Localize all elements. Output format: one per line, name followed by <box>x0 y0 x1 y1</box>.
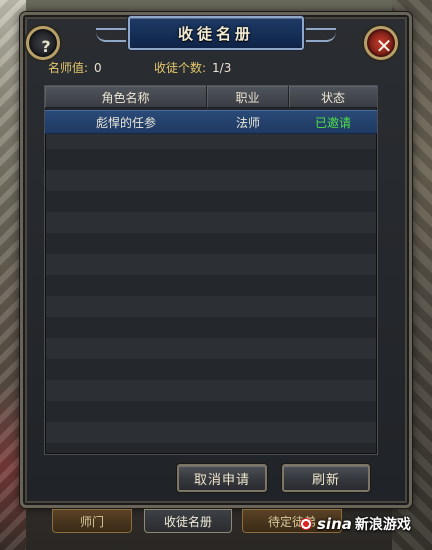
cell-status: 已邀请 <box>314 115 351 130</box>
sina-logo-icon <box>300 518 312 530</box>
apprentice-table: 角色名称 职业 状态 彪悍的任参 法师 已邀请 <box>44 85 378 455</box>
tab-sect[interactable]: 师门 <box>52 509 132 533</box>
cancel-application-button[interactable]: 取消申请 <box>177 464 267 492</box>
sina-games-watermark: sina 新浪游戏 <box>300 512 411 536</box>
column-header-job[interactable]: 职业 <box>207 86 289 108</box>
table-row[interactable]: 彪悍的任参 法师 已邀请 <box>45 110 377 134</box>
mentor-value-stat: 名师值: 0 <box>48 59 102 76</box>
column-header-name[interactable]: 角色名称 <box>45 86 207 108</box>
help-icon[interactable]: ? <box>29 29 63 63</box>
table-header: 角色名称 职业 状态 <box>45 86 377 108</box>
refresh-button[interactable]: 刷新 <box>282 464 370 492</box>
cell-job: 法师 <box>235 115 260 130</box>
stats-row: 名师值: 0 收徒个数: 1/3 <box>48 59 376 77</box>
window-title: 收徒名册 <box>177 24 254 43</box>
watermark-text: 新浪游戏 <box>354 517 411 533</box>
close-icon[interactable]: ✕ <box>367 29 401 63</box>
cell-character-name: 彪悍的任参 <box>95 115 156 130</box>
apprentice-count-value: 1/3 <box>212 61 232 75</box>
column-header-status[interactable]: 状态 <box>289 86 377 108</box>
apprentice-count-stat: 收徒个数: 1/3 <box>154 59 231 76</box>
mentor-value: 0 <box>94 61 102 75</box>
window-title-bar: 收徒名册 <box>96 16 336 50</box>
sina-brand: sina <box>317 515 352 533</box>
tab-apprentice-register[interactable]: 收徒名册 <box>144 509 232 533</box>
apprentice-count-label: 收徒个数: <box>154 61 207 75</box>
mentor-value-label: 名师值: <box>48 61 89 75</box>
